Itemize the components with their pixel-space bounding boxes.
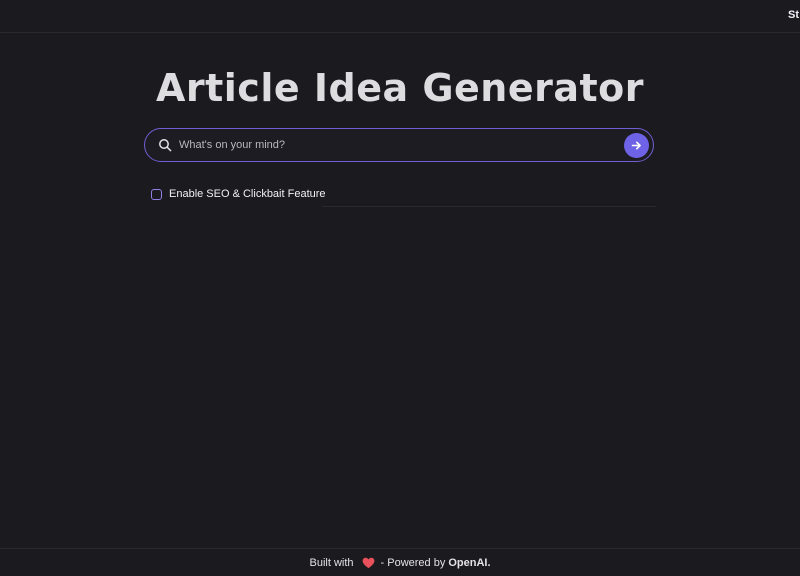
heart-icon (362, 557, 374, 569)
footer: Built with - Powered by OpenAI. (0, 548, 800, 576)
top-bar: St (0, 0, 800, 33)
seo-option: Enable SEO & Clickbait Feature (151, 186, 326, 202)
submit-button[interactable] (624, 133, 649, 158)
seo-checkbox-label[interactable]: Enable SEO & Clickbait Feature (169, 188, 326, 200)
arrow-right-icon (631, 141, 641, 150)
footer-built-with: Built with (309, 557, 354, 569)
search-bar (144, 128, 654, 162)
top-nav-link[interactable]: St (788, 9, 800, 21)
search-icon (159, 139, 172, 152)
page-title: Article Idea Generator (155, 66, 645, 110)
footer-openai-link[interactable]: OpenAI. (448, 557, 490, 569)
seo-checkbox[interactable] (151, 188, 162, 200)
footer-powered-by: - Powered by (380, 557, 446, 569)
divider (322, 206, 656, 207)
page: St Article Idea Generator Enable SEO & C… (0, 0, 800, 576)
search-input[interactable] (179, 135, 619, 155)
